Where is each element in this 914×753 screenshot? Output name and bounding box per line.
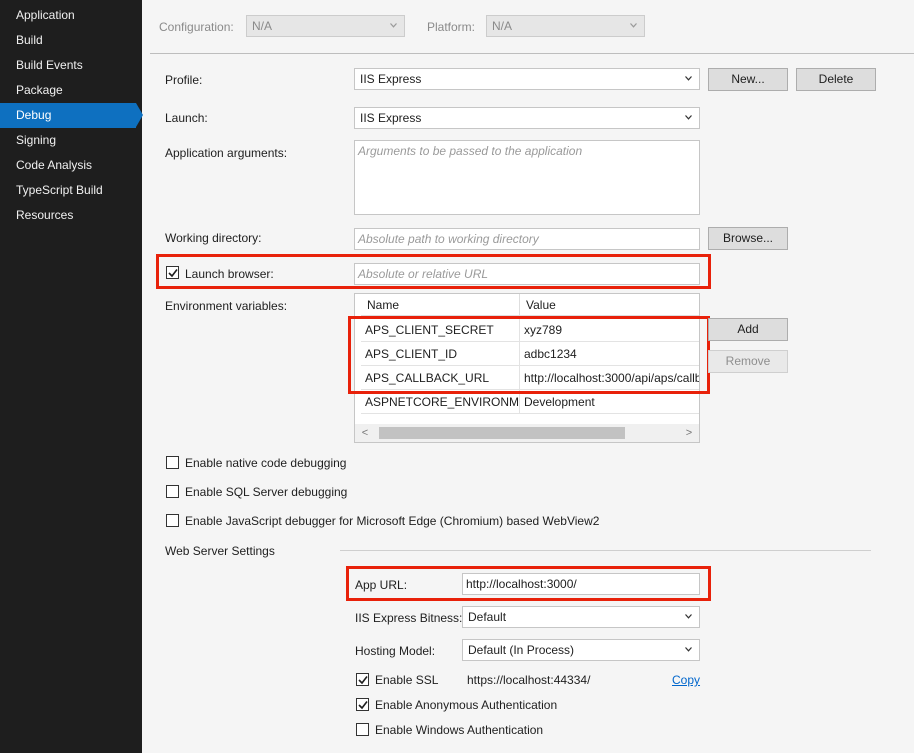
- native-debugging-checkbox[interactable]: [166, 456, 179, 469]
- app-url-label: App URL:: [355, 578, 408, 592]
- browse-button[interactable]: Browse...: [708, 227, 788, 250]
- sidebar: Application Build Build Events Package D…: [0, 0, 143, 753]
- sidebar-item-resources[interactable]: Resources: [0, 203, 136, 228]
- remove-env-var-button[interactable]: Remove: [708, 350, 788, 373]
- web-server-divider: [340, 550, 871, 551]
- configuration-dropdown[interactable]: N/A: [246, 15, 405, 37]
- platform-label: Platform:: [427, 20, 476, 34]
- profile-value: IIS Express: [360, 72, 422, 86]
- checkmark-icon: [358, 701, 368, 710]
- profile-label: Profile:: [165, 73, 203, 87]
- env-row-name[interactable]: APS_CLIENT_ID: [361, 342, 520, 366]
- anonymous-auth-checkbox[interactable]: [356, 698, 369, 711]
- env-row-name[interactable]: APS_CLIENT_SECRET: [361, 318, 520, 342]
- anonymous-auth-label: Enable Anonymous Authentication: [375, 698, 558, 712]
- hosting-model-value: Default (In Process): [468, 643, 575, 657]
- scrollbar-thumb[interactable]: [379, 427, 625, 439]
- launch-label: Launch:: [165, 111, 208, 125]
- sidebar-item-signing[interactable]: Signing: [0, 128, 136, 153]
- sql-debugging-checkbox[interactable]: [166, 485, 179, 498]
- launch-dropdown[interactable]: IIS Express: [354, 107, 700, 129]
- windows-auth-label: Enable Windows Authentication: [375, 723, 544, 737]
- chevron-down-icon: [685, 76, 692, 83]
- enable-ssl-checkbox[interactable]: [356, 673, 369, 686]
- env-row-name[interactable]: APS_CALLBACK_URL: [361, 366, 520, 390]
- web-server-section-title: Web Server Settings: [165, 544, 275, 558]
- bitness-value: Default: [468, 610, 507, 624]
- checkmark-icon: [168, 269, 178, 278]
- scroll-left-icon[interactable]: <: [359, 427, 371, 439]
- bitness-label: IIS Express Bitness:: [355, 611, 463, 625]
- sidebar-item-debug[interactable]: Debug: [0, 103, 136, 128]
- js-debugging-checkbox[interactable]: [166, 514, 179, 527]
- app-args-textarea[interactable]: Arguments to be passed to the applicatio…: [354, 140, 700, 215]
- launch-value: IIS Express: [360, 111, 422, 125]
- copy-ssl-url-link[interactable]: Copy: [672, 673, 700, 687]
- chevron-down-icon: [390, 23, 397, 30]
- js-debugging-label: Enable JavaScript debugger for Microsoft…: [185, 514, 600, 528]
- enable-ssl-label: Enable SSL: [375, 673, 439, 687]
- native-debugging-label: Enable native code debugging: [185, 456, 347, 470]
- env-row-value[interactable]: xyz789: [520, 318, 699, 342]
- add-env-var-button[interactable]: Add: [708, 318, 788, 341]
- configuration-value: N/A: [252, 19, 273, 33]
- column-header-name[interactable]: Name: [361, 294, 520, 316]
- chevron-down-icon: [630, 23, 637, 30]
- app-args-label: Application arguments:: [165, 146, 288, 160]
- launch-browser-checkbox[interactable]: [166, 266, 179, 279]
- env-row-value[interactable]: http://localhost:3000/api/aps/callb: [520, 366, 699, 390]
- working-dir-label: Working directory:: [165, 231, 262, 245]
- sidebar-item-typescript-build[interactable]: TypeScript Build: [0, 178, 136, 203]
- launch-browser-url-input[interactable]: Absolute or relative URL: [354, 263, 700, 285]
- launch-browser-label: Launch browser:: [185, 267, 274, 281]
- env-vars-grid[interactable]: Name Value APS_CLIENT_SECRET xyz789 APS_…: [354, 293, 700, 443]
- profile-dropdown[interactable]: IIS Express: [354, 68, 700, 90]
- hosting-model-label: Hosting Model:: [355, 644, 436, 658]
- configuration-label: Configuration:: [159, 20, 234, 34]
- scroll-right-icon[interactable]: >: [683, 427, 695, 439]
- sidebar-item-build[interactable]: Build: [0, 28, 136, 53]
- chevron-down-icon: [685, 647, 692, 654]
- header-divider: [150, 53, 914, 54]
- column-header-value[interactable]: Value: [520, 294, 699, 316]
- env-vars-label: Environment variables:: [165, 299, 288, 313]
- platform-value: N/A: [492, 19, 513, 33]
- app-url-input[interactable]: http://localhost:3000/: [462, 573, 700, 595]
- bitness-dropdown[interactable]: Default: [462, 606, 700, 628]
- env-row-value[interactable]: adbc1234: [520, 342, 699, 366]
- sidebar-item-code-analysis[interactable]: Code Analysis: [0, 153, 136, 178]
- hosting-model-dropdown[interactable]: Default (In Process): [462, 639, 700, 661]
- horizontal-scrollbar[interactable]: < >: [355, 424, 699, 442]
- checkmark-icon: [358, 676, 368, 685]
- sidebar-item-build-events[interactable]: Build Events: [0, 53, 136, 78]
- windows-auth-checkbox[interactable]: [356, 723, 369, 736]
- active-item-pointer: [136, 103, 143, 127]
- ssl-url-text: https://localhost:44334/: [467, 673, 591, 687]
- chevron-down-icon: [685, 614, 692, 621]
- sidebar-item-application[interactable]: Application: [0, 3, 136, 28]
- platform-dropdown[interactable]: N/A: [486, 15, 645, 37]
- sql-debugging-label: Enable SQL Server debugging: [185, 485, 348, 499]
- new-profile-button[interactable]: New...: [708, 68, 788, 91]
- working-dir-input[interactable]: Absolute path to working directory: [354, 228, 700, 250]
- delete-profile-button[interactable]: Delete: [796, 68, 876, 91]
- sidebar-item-package[interactable]: Package: [0, 78, 136, 103]
- chevron-down-icon: [685, 115, 692, 122]
- env-row-value[interactable]: Development: [520, 390, 699, 414]
- env-row-name[interactable]: ASPNETCORE_ENVIRONMENT: [361, 390, 520, 414]
